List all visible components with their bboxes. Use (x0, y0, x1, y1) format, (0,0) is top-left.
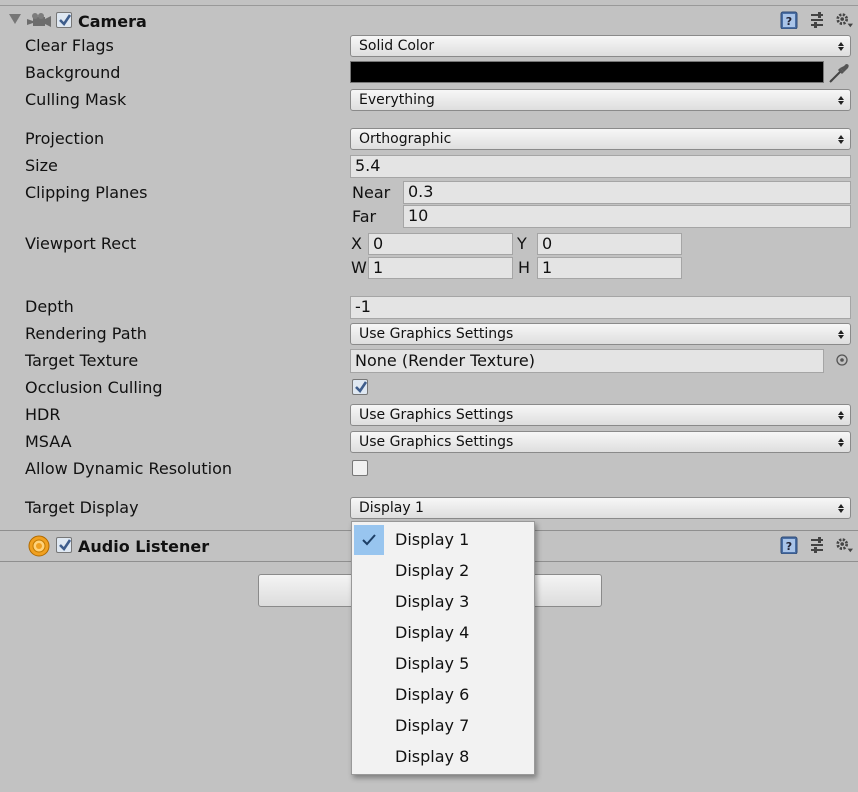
projection-label: Projection (25, 129, 105, 148)
viewport-y-input[interactable]: 0 (537, 233, 682, 255)
svg-text:?: ? (786, 15, 792, 28)
dropdown-arrow-icon (838, 504, 844, 513)
projection-value: Orthographic (359, 131, 452, 147)
menu-item-label: Display 8 (395, 747, 470, 766)
menu-item-display-5[interactable]: Display 5 (352, 649, 534, 680)
dropdown-arrow-icon (838, 438, 844, 447)
near-input[interactable]: 0.3 (403, 181, 851, 204)
top-border (0, 5, 858, 6)
near-label: Near (352, 183, 391, 202)
menu-item-display-1[interactable]: Display 1 (352, 525, 534, 556)
allow-dynamic-resolution-label: Allow Dynamic Resolution (25, 459, 233, 478)
dropdown-arrow-icon (838, 135, 844, 144)
occlusion-culling-checkbox[interactable] (352, 379, 368, 395)
dropdown-arrow-icon (838, 330, 844, 339)
clear-flags-value: Solid Color (359, 38, 435, 54)
viewport-w-input[interactable]: 1 (368, 257, 513, 279)
audio-listener-title: Audio Listener (78, 537, 210, 556)
culling-mask-value: Everything (359, 92, 435, 108)
target-display-dropdown[interactable]: Display 1 (350, 497, 851, 519)
target-display-label: Target Display (25, 498, 139, 517)
msaa-dropdown[interactable]: Use Graphics Settings (350, 431, 851, 453)
viewport-x-label: X (351, 234, 362, 253)
hdr-label: HDR (25, 405, 61, 424)
msaa-label: MSAA (25, 432, 72, 451)
rendering-path-dropdown[interactable]: Use Graphics Settings (350, 323, 851, 345)
svg-text:?: ? (786, 540, 792, 553)
foldout-arrow-icon[interactable] (9, 14, 21, 24)
target-texture-field[interactable]: None (Render Texture) (350, 349, 824, 373)
occlusion-culling-label: Occlusion Culling (25, 378, 163, 397)
viewport-x-input[interactable]: 0 (368, 233, 513, 255)
help-icon[interactable]: ? (780, 536, 798, 554)
clipping-planes-label: Clipping Planes (25, 183, 148, 202)
dropdown-arrow-icon (838, 42, 844, 51)
menu-item-label: Display 7 (395, 716, 470, 735)
depth-label: Depth (25, 297, 74, 316)
target-texture-label: Target Texture (25, 351, 139, 370)
eyedropper-icon[interactable] (827, 61, 851, 85)
menu-item-display-4[interactable]: Display 4 (352, 618, 534, 649)
gear-icon[interactable] (835, 11, 853, 29)
background-label: Background (25, 63, 121, 82)
size-input[interactable]: 5.4 (350, 155, 851, 178)
menu-item-label: Display 5 (395, 654, 470, 673)
size-label: Size (25, 156, 58, 175)
target-display-menu: Display 1 Display 2 Display 3 Display 4 Disp… (351, 521, 535, 775)
hdr-dropdown[interactable]: Use Graphics Settings (350, 404, 851, 426)
menu-item-label: Display 1 (395, 530, 470, 549)
viewport-rect-label: Viewport Rect (25, 234, 137, 253)
viewport-w-label: W (351, 258, 367, 277)
dropdown-arrow-icon (838, 411, 844, 420)
allow-dynamic-resolution-checkbox[interactable] (352, 460, 368, 476)
viewport-h-label: H (518, 258, 531, 277)
object-picker-icon[interactable] (835, 353, 849, 367)
rendering-path-value: Use Graphics Settings (359, 326, 514, 342)
depth-input[interactable]: -1 (350, 296, 851, 319)
msaa-value: Use Graphics Settings (359, 434, 514, 450)
projection-dropdown[interactable]: Orthographic (350, 128, 851, 150)
clear-flags-label: Clear Flags (25, 36, 114, 55)
menu-item-display-8[interactable]: Display 8 (352, 742, 534, 773)
menu-item-display-3[interactable]: Display 3 (352, 587, 534, 618)
culling-mask-label: Culling Mask (25, 90, 127, 109)
menu-item-label: Display 3 (395, 592, 470, 611)
menu-item-display-2[interactable]: Display 2 (352, 556, 534, 587)
culling-mask-dropdown[interactable]: Everything (350, 89, 851, 111)
dropdown-arrow-icon (838, 96, 844, 105)
camera-enabled-checkbox[interactable] (56, 12, 72, 28)
far-input[interactable]: 10 (403, 205, 851, 228)
preset-icon[interactable] (809, 11, 827, 29)
checkmark-icon (354, 525, 384, 555)
rendering-path-label: Rendering Path (25, 324, 147, 343)
clear-flags-dropdown[interactable]: Solid Color (350, 35, 851, 57)
far-label: Far (352, 207, 377, 226)
viewport-h-input[interactable]: 1 (537, 257, 682, 279)
menu-item-label: Display 2 (395, 561, 470, 580)
camera-title: Camera (78, 12, 147, 31)
preset-icon[interactable] (809, 536, 827, 554)
menu-item-label: Display 4 (395, 623, 470, 642)
hdr-value: Use Graphics Settings (359, 407, 514, 423)
menu-item-label: Display 6 (395, 685, 470, 704)
gear-icon[interactable] (835, 536, 853, 554)
audio-listener-enabled-checkbox[interactable] (56, 537, 72, 553)
audio-listener-icon (28, 535, 50, 557)
camera-icon (27, 13, 51, 27)
background-color-field[interactable] (350, 61, 824, 83)
menu-item-display-6[interactable]: Display 6 (352, 680, 534, 711)
help-icon[interactable]: ? (780, 11, 798, 29)
viewport-y-label: Y (517, 234, 527, 253)
target-display-value: Display 1 (359, 500, 424, 516)
menu-item-display-7[interactable]: Display 7 (352, 711, 534, 742)
